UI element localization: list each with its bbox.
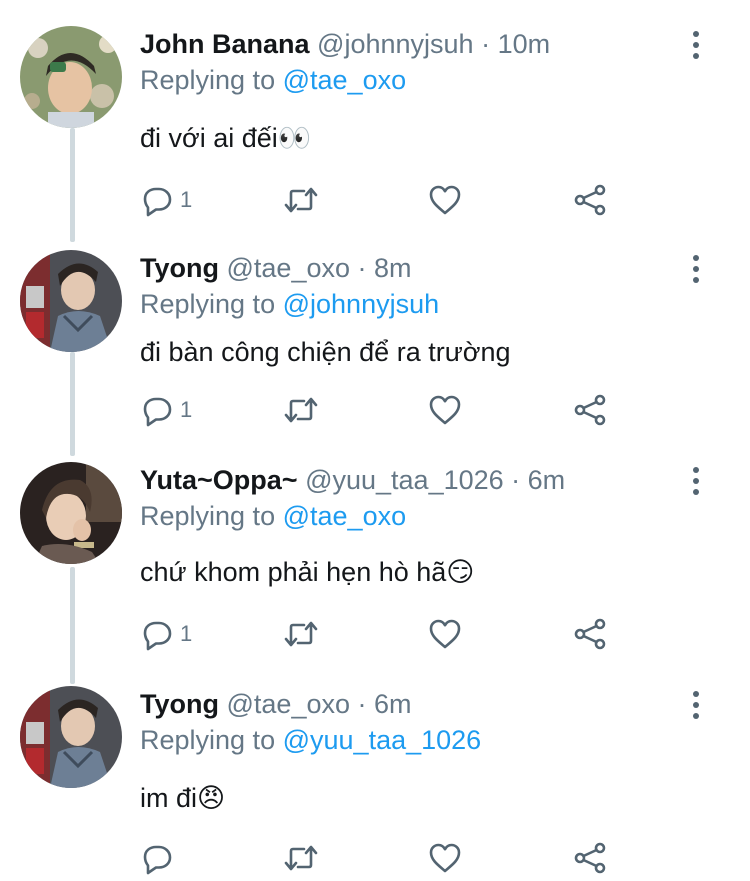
replying-to: Replying to @tae_oxo <box>140 62 406 98</box>
retweet-button[interactable] <box>283 838 319 878</box>
timestamp[interactable]: 8m <box>374 253 412 283</box>
like-button[interactable] <box>428 390 462 430</box>
timestamp[interactable]: 6m <box>374 689 412 719</box>
author-handle[interactable]: @yuu_taa_1026 <box>305 465 504 495</box>
replying-label: Replying to <box>140 501 276 531</box>
more-options-icon[interactable] <box>686 30 706 60</box>
share-icon <box>574 184 606 216</box>
retweet-icon <box>284 187 318 213</box>
more-options-icon[interactable] <box>686 690 706 720</box>
replying-label: Replying to <box>140 725 276 755</box>
share-button[interactable] <box>573 614 607 654</box>
share-button[interactable] <box>573 838 607 878</box>
thread-line <box>70 352 75 456</box>
avatar[interactable] <box>20 462 122 564</box>
reply-button[interactable]: 1 <box>140 180 192 220</box>
tweet-text: đi bàn công chiện để ra trường <box>140 337 511 367</box>
replying-label: Replying to <box>140 65 276 95</box>
replying-to: Replying to @tae_oxo <box>140 498 406 534</box>
heart-icon <box>429 395 461 425</box>
tweet-header: Yuta~Oppa~ @yuu_taa_1026 · 6m <box>140 462 565 498</box>
reply-bubble-icon <box>143 397 172 427</box>
mention-link[interactable]: @tae_oxo <box>283 501 407 531</box>
reply-count: 1 <box>180 187 193 212</box>
like-button[interactable] <box>428 614 462 654</box>
heart-icon <box>429 619 461 649</box>
author-name[interactable]: Tyong <box>140 689 219 719</box>
retweet-button[interactable] <box>283 180 319 220</box>
tweet-header: John Banana @johnnyjsuh · 10m <box>140 26 550 62</box>
separator: · <box>473 29 498 59</box>
replying-to: Replying to @yuu_taa_1026 <box>140 722 481 758</box>
heart-icon <box>429 843 461 873</box>
avatar[interactable] <box>20 686 122 788</box>
action-bar: 1 <box>140 614 620 654</box>
separator: · <box>503 465 528 495</box>
author-name[interactable]: Yuta~Oppa~ <box>140 465 298 495</box>
author-name[interactable]: John Banana <box>140 29 310 59</box>
tweet-header: Tyong @tae_oxo · 8m <box>140 250 412 286</box>
share-button[interactable] <box>573 180 607 220</box>
share-button[interactable] <box>573 390 607 430</box>
retweet-icon <box>284 621 318 647</box>
reply-count: 1 <box>180 397 193 422</box>
more-options-icon[interactable] <box>686 466 706 496</box>
more-options-icon[interactable] <box>686 254 706 284</box>
heart-icon <box>429 185 461 215</box>
mention-link[interactable]: @johnnyjsuh <box>283 289 440 319</box>
avatar[interactable] <box>20 26 122 128</box>
retweet-icon <box>284 845 318 871</box>
author-handle[interactable]: @tae_oxo <box>227 689 351 719</box>
thread-line <box>70 128 75 242</box>
retweet-button[interactable] <box>283 614 319 654</box>
separator: · <box>350 689 374 719</box>
action-bar <box>140 838 620 878</box>
share-icon <box>574 394 606 426</box>
author-name[interactable]: Tyong <box>140 253 219 283</box>
like-button[interactable] <box>428 180 462 220</box>
reply-button[interactable]: 1 <box>140 390 192 430</box>
mention-link[interactable]: @yuu_taa_1026 <box>283 725 482 755</box>
reply-bubble-icon <box>143 845 172 875</box>
share-icon <box>574 618 606 650</box>
share-icon <box>574 842 606 874</box>
tweet-text: đi với ai đếi👀 <box>140 123 312 153</box>
action-bar: 1 <box>140 180 620 220</box>
reply-bubble-icon <box>143 187 172 217</box>
tweet-header: Tyong @tae_oxo · 6m <box>140 686 412 722</box>
replying-label: Replying to <box>140 289 276 319</box>
reply-button[interactable]: 1 <box>140 614 192 654</box>
timestamp[interactable]: 6m <box>528 465 566 495</box>
tweet-text: im đi😠 <box>140 783 226 813</box>
author-handle[interactable]: @johnnyjsuh <box>317 29 474 59</box>
thread-line <box>70 567 75 684</box>
reply-bubble-icon <box>143 621 172 651</box>
replying-to: Replying to @johnnyjsuh <box>140 286 439 322</box>
retweet-icon <box>284 397 318 423</box>
separator: · <box>350 253 374 283</box>
mention-link[interactable]: @tae_oxo <box>283 65 407 95</box>
retweet-button[interactable] <box>283 390 319 430</box>
reply-count: 1 <box>180 621 193 646</box>
reply-button[interactable] <box>140 838 180 878</box>
timestamp[interactable]: 10m <box>498 29 551 59</box>
action-bar: 1 <box>140 390 620 430</box>
author-handle[interactable]: @tae_oxo <box>227 253 351 283</box>
avatar[interactable] <box>20 250 122 352</box>
tweet-text: chứ khom phải hẹn hò hã😏 <box>140 557 475 587</box>
like-button[interactable] <box>428 838 462 878</box>
